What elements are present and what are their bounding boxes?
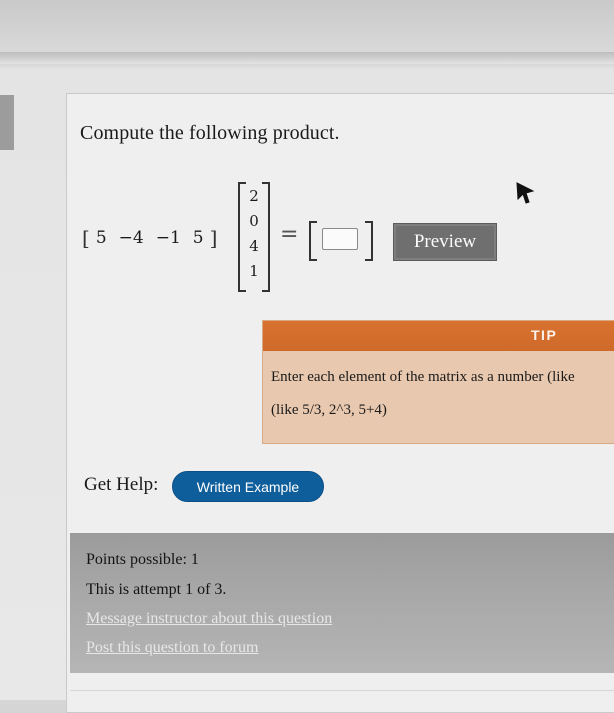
bottom-divider	[70, 690, 614, 691]
column-vector-entry: 1	[249, 262, 259, 280]
tip-line: (like 5/3, 2^3, 5+4)	[271, 402, 387, 418]
info-box: Points possible: 1 This is attempt 1 of …	[70, 533, 614, 673]
row-vector-entry: −1	[155, 228, 181, 248]
row-vector: [ 5 −4 −1 5 ]	[82, 226, 217, 250]
column-vector-left-bracket	[238, 182, 246, 292]
row-vector-entry: 5	[95, 228, 107, 248]
tip-title: TIP	[531, 327, 558, 343]
row-vector-right-bracket: ]	[209, 226, 218, 250]
column-vector: 2 0 4 1	[238, 182, 270, 292]
get-help-label: Get Help:	[84, 474, 159, 495]
attempt-count: This is attempt 1 of 3.	[86, 581, 227, 598]
tip-line: Enter each element of the matrix as a nu…	[271, 369, 575, 385]
mouse-cursor-icon	[516, 182, 535, 204]
answer-left-bracket	[309, 221, 317, 261]
written-example-button[interactable]: Written Example	[172, 471, 324, 502]
question-prompt: Compute the following product.	[80, 122, 340, 144]
post-to-forum-link[interactable]: Post this question to forum	[86, 639, 258, 657]
preview-button[interactable]: Preview	[393, 223, 497, 261]
answer-right-bracket	[365, 221, 373, 261]
row-vector-entry: 5	[192, 228, 204, 248]
points-possible: Points possible: 1	[86, 551, 199, 568]
tip-panel: TIP Enter each element of the matrix as …	[262, 320, 614, 444]
row-vector-left-bracket: [	[82, 226, 90, 250]
left-edge-tab	[0, 95, 14, 150]
column-vector-right-bracket	[262, 182, 270, 292]
tip-header: TIP	[263, 321, 614, 351]
top-strip	[0, 0, 614, 52]
column-vector-entry: 2	[249, 187, 259, 205]
column-vector-entries: 2 0 4 1	[246, 184, 262, 284]
column-vector-entry: 4	[249, 237, 259, 255]
message-instructor-link[interactable]: Message instructor about this question	[86, 610, 332, 628]
tip-body: Enter each element of the matrix as a nu…	[271, 361, 614, 427]
top-shadow	[0, 52, 614, 64]
column-vector-entry: 0	[249, 212, 259, 230]
row-vector-entry: −4	[118, 228, 144, 248]
answer-input[interactable]	[322, 228, 358, 250]
equals-sign: =	[280, 222, 299, 247]
